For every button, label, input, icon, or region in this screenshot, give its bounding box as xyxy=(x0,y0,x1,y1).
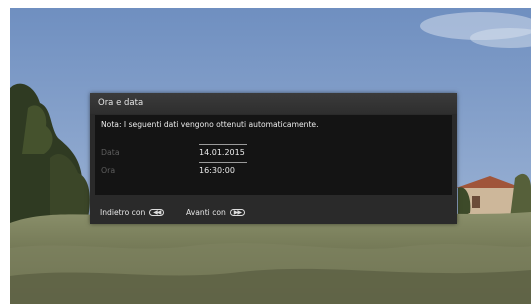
rewind-button-icon: ◀◀ xyxy=(149,209,165,216)
date-label: Data xyxy=(101,148,120,157)
time-value: 16:30:00 xyxy=(199,166,235,175)
date-value: 14.01.2015 xyxy=(199,148,245,157)
dialog-footer: Indietro con ◀◀ Avanti con ▶▶ xyxy=(90,205,457,221)
auto-info-note: Nota: I seguenti dati vengono ottenuti a… xyxy=(101,120,319,129)
date-field-top-line xyxy=(199,144,247,145)
time-field-top-line xyxy=(199,162,247,163)
dialog-title: Ora e data xyxy=(90,93,457,114)
forward-hint[interactable]: Avanti con ▶▶ xyxy=(186,208,245,217)
back-hint-label: Indietro con xyxy=(100,208,146,217)
back-hint[interactable]: Indietro con ◀◀ xyxy=(100,208,165,217)
forward-hint-label: Avanti con xyxy=(186,208,226,217)
time-label: Ora xyxy=(101,166,116,175)
fast-forward-button-icon: ▶▶ xyxy=(229,209,245,216)
dialog-content-panel: Nota: I seguenti dati vengono ottenuti a… xyxy=(95,115,452,195)
time-date-dialog: Ora e data Nota: I seguenti dati vengono… xyxy=(90,93,457,224)
